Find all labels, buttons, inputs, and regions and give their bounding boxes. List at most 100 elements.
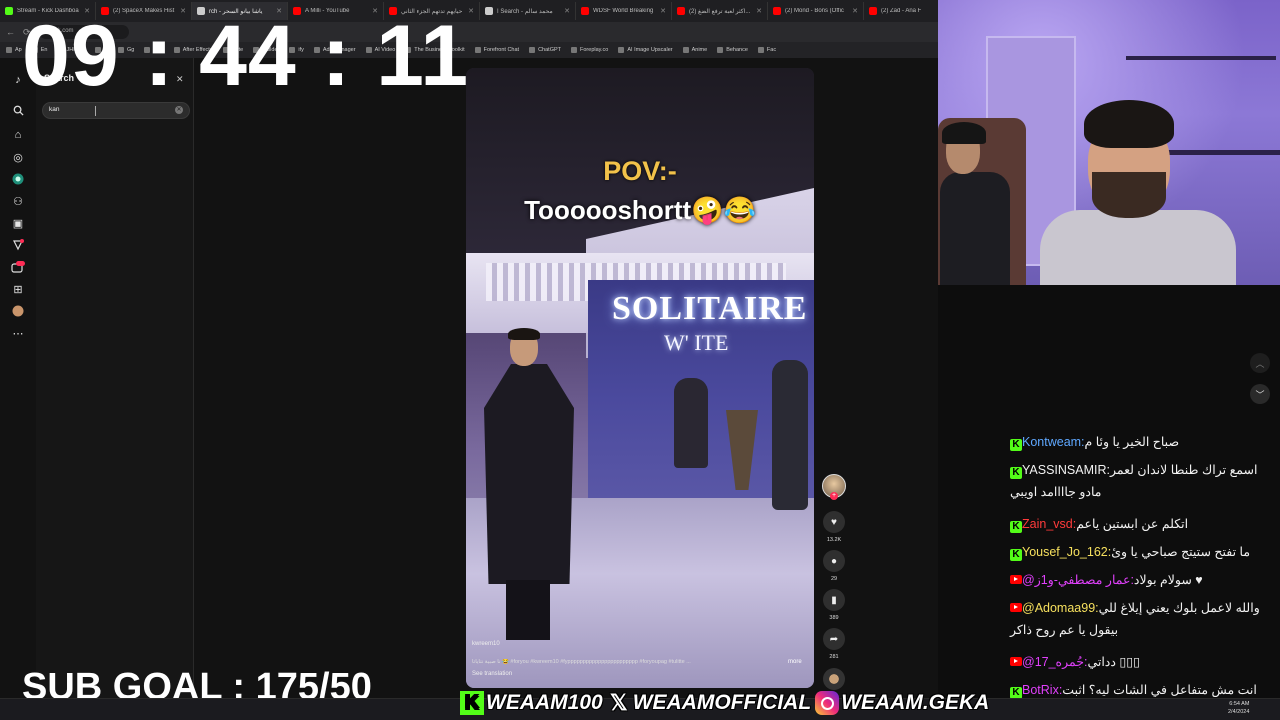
chat-message: K Zain_vsd:اتكلم عن ابستين ياعم [1010,513,1276,535]
like-button[interactable]: ♥ [823,511,845,533]
explore-icon[interactable]: ◎ [10,149,26,165]
chat-username[interactable]: Yousef_Jo_162: [1022,545,1111,559]
tab-favicon-icon [869,7,877,15]
video-sign-text: SOLITAIRE [612,290,808,327]
clock-date: 2/4/2024 [1228,709,1250,715]
chat-username[interactable]: BotRix: [1022,683,1062,697]
social-handle-text: WEAAM.GEKA [841,691,990,714]
chat-username[interactable]: YASSINSAMIR: [1022,463,1110,477]
close-tab-icon[interactable]: ✕ [660,7,666,15]
chat-message: @عمار مصطفي-و1ز:سولام بولاد ♥ [1010,569,1276,591]
bookmark-icon [6,47,12,53]
search-panel [36,58,194,698]
browser-tab[interactable]: (2) Zad - Ana F✕ [864,2,938,20]
close-tab-icon[interactable]: ✕ [852,7,858,15]
bookmark-item[interactable]: Behance [717,47,748,53]
live-icon[interactable] [10,171,26,187]
chevron-down-icon[interactable]: ﹀ [1250,384,1270,404]
chat-username[interactable]: @عمار مصطفي-و1ز: [1022,573,1134,587]
taskbar-clock: 6:54 AM 2/4/2024 [1228,700,1249,716]
bookmark-icon [474,47,481,53]
bookmark-item[interactable]: Fac [757,47,777,53]
save-button[interactable]: ▮ [823,589,845,611]
bookmark-icon [529,47,536,53]
social-handle-kick: K WEAAM100 [460,691,603,715]
text-cursor [95,106,96,116]
bookmark-item[interactable]: Ap [6,47,22,53]
youtube-badge-icon [1010,603,1022,612]
upload-icon[interactable]: ⊞ [10,281,26,297]
browser-tab[interactable]: (2) Mond - Bons (Offic ✕ [768,2,864,20]
x-logo-icon: 𝕏 [609,690,628,715]
chat-message: @Adomaa99:والله لاعمل بلوك يعني إيلاغ لل… [1010,597,1276,641]
tab-favicon-icon [485,7,493,15]
close-tab-icon[interactable]: ✕ [756,7,762,15]
chat-username[interactable]: @17_جُمره: [1022,655,1087,669]
bookmark-label: Fac [766,47,777,53]
bookmark-label: Ap [15,47,22,53]
back-icon[interactable]: ← [6,27,15,37]
bookmark-item[interactable]: AI Image Upscaler [618,47,673,53]
bookmark-item[interactable]: Forefront Chat [474,47,519,53]
chat-username[interactable]: Kontweam: [1022,435,1085,449]
bookmark-label: Anime [691,47,708,53]
chat-message: K Yousef_Jo_162:ما تفتح ستيتج صباحي يا وئ [1010,541,1276,563]
search-icon[interactable] [10,102,26,118]
share-button[interactable]: ➦ [823,628,845,650]
chat-text: والله لاعمل بلوك يعني إيلاغ للي [1098,601,1260,615]
video-scene-walking-man [478,328,578,650]
comment-icon: ● [830,555,838,567]
browser-tab[interactable]: (2) اكثر لعبة ترفع الضغ... ✕ [672,2,768,20]
friends-icon[interactable]: ▣ [10,215,26,231]
chat-message: K Kontweam:صباح الخير يا وئا م [1010,431,1276,453]
close-tab-icon[interactable]: ✕ [564,7,570,15]
video-scene-seated-person [674,378,708,468]
bookmark-label: AI Image Upscaler [627,47,673,53]
chat-message: K YASSINSAMIR:اسمع تراك طنطا لاندان لعمر م… [1010,459,1276,503]
bookmark-label: ChatGPT [538,47,562,53]
youtube-badge-icon [1010,575,1022,584]
clear-search-icon[interactable]: ✕ [175,106,183,114]
bookmark-item[interactable]: Anime [682,47,708,53]
kick-logo-icon: K [460,691,484,715]
activity-icon[interactable] [10,237,26,253]
bookmark-icon [571,47,578,53]
bookmark-item[interactable]: ChatGPT [529,47,561,53]
chevron-up-icon[interactable]: ︿ [1250,353,1270,373]
video-player[interactable]: POV:- Toooooshortt🤪😂 SOLITAIRE W' ITE [466,68,814,688]
music-disc-icon[interactable] [823,668,845,690]
more-link[interactable]: more [788,659,802,665]
see-translation-link[interactable]: See translation [472,671,512,677]
bookmark-icon [618,47,625,53]
bookmark-icon: ▮ [831,594,837,606]
home-icon[interactable]: ⌂ [10,127,26,143]
chat-username[interactable]: Zain_vsd: [1022,517,1076,531]
tab-label: ا Search - محمد سالم [497,8,553,15]
following-icon[interactable]: ⚇ [10,193,26,209]
social-handle-text: WEAAM100 [486,691,603,714]
social-handles-bar: K WEAAM100 𝕏 WEAAMOFFICIAL WEAAM.GEKA [460,688,989,718]
bookmark-item[interactable]: Foreplay.co [571,47,608,53]
chat-text: اسمع تراك طنطا لاندان لعمر [1109,463,1258,477]
video-author[interactable]: kwreem10 [472,641,500,647]
kick-badge-icon: K [1010,549,1022,561]
messages-icon[interactable] [10,259,26,275]
comment-count: 29 [830,576,838,582]
kick-badge-icon: K [1010,439,1022,451]
tab-label: (2) اكثر لعبة ترفع الضغ... [689,8,751,15]
stream-screen: Stream - Kick Dashboa ✕ (2) SpaceX Makes H… [0,0,1280,720]
more-icon[interactable]: ⋯ [10,325,26,341]
bookmark-icon [757,47,764,53]
chat-message: @17_جُمره:دداتي ▯▯▯ [1010,651,1276,673]
webcam-streamer [1026,100,1246,285]
search-input[interactable] [42,102,190,119]
tab-label: (2) Zad - Ana F [881,8,922,14]
chat-username[interactable]: @Adomaa99: [1022,601,1099,615]
social-handle-text: WEAAMOFFICIAL [632,691,812,714]
browser-tab[interactable]: ا Search - محمد سالم ✕ [480,2,576,20]
profile-icon[interactable] [10,303,26,319]
follow-plus-icon[interactable]: + [830,492,838,500]
comment-button[interactable]: ● [823,550,845,572]
browser-tab[interactable]: WDSF World Breaking ✕ [576,2,672,20]
tab-favicon-icon [677,7,685,15]
